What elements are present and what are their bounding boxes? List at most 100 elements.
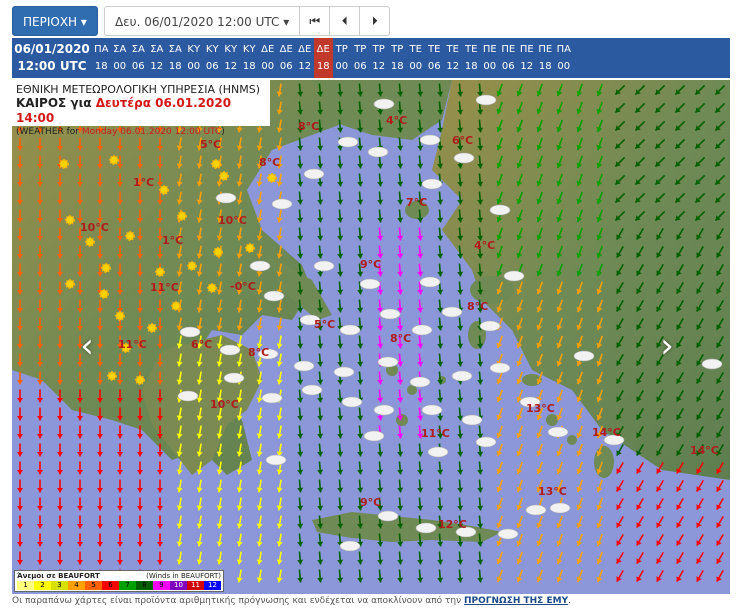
timeline-slot[interactable]: ΠΕ 00 — [481, 38, 500, 78]
timeline-slot[interactable]: ΤΡ 06 — [351, 38, 370, 78]
wind-arrowhead-icon — [297, 217, 304, 223]
temperature-label: 5°C — [314, 318, 336, 331]
region-dropdown-button[interactable]: ΠΕΡΙΟΧΗ ▾ — [12, 6, 98, 36]
timeline-slot[interactable]: ΣΑ 12 — [148, 38, 167, 78]
timeline-slot[interactable]: ΚΥ 18 — [240, 38, 259, 78]
cloud-icon — [293, 360, 315, 372]
wind-arrowhead-icon — [357, 145, 364, 151]
timeline-slot[interactable]: ΤΕ 06 — [425, 38, 444, 78]
timeline-slot[interactable]: ΠΕ 18 — [536, 38, 555, 78]
wind-arrowhead-icon — [317, 343, 324, 349]
wind-arrowhead-icon — [37, 433, 43, 439]
wind-arrowhead-icon — [357, 487, 364, 493]
subtitle-date: Monday 06.01.2020 12:00 UTC — [81, 127, 222, 137]
sun-icon — [187, 261, 197, 271]
wind-arrowhead-icon — [437, 217, 444, 223]
timeline-slot[interactable]: ΣΑ 00 — [111, 38, 130, 78]
timeline-slot[interactable]: ΤΕ 12 — [444, 38, 463, 78]
timeline-slot[interactable]: ΠΕ 12 — [518, 38, 537, 78]
timeline-slot[interactable]: ΤΕ 18 — [462, 38, 481, 78]
cloud-icon — [421, 178, 443, 190]
timeline-slot[interactable]: ΚΥ 00 — [185, 38, 204, 78]
toolbar: ΠΕΡΙΟΧΗ ▾ Δευ. 06/01/2020 12:00 UTC ▾ ⏮ … — [12, 6, 391, 36]
wind-arrowhead-icon — [377, 451, 384, 457]
first-step-button[interactable]: ⏮ — [300, 6, 331, 36]
wind-arrowhead-icon — [37, 397, 43, 403]
slot-day: ΣΑ — [113, 44, 127, 55]
wind-arrowhead-icon — [317, 253, 324, 259]
wind-arrowhead-icon — [317, 145, 324, 151]
cloud-icon — [441, 306, 463, 318]
cloud-icon — [503, 270, 525, 282]
wind-arrowhead-icon — [357, 271, 364, 277]
forecast-link[interactable]: ΠΡΟΓΝΩΣΗ ΤΗΣ ΕΜΥ — [464, 596, 568, 606]
slot-hour: 12 — [298, 61, 312, 72]
wind-arrowhead-icon — [357, 379, 364, 385]
timeline-slot[interactable]: ΣΑ 06 — [129, 38, 148, 78]
legend-level: 4 — [68, 581, 85, 590]
next-step-button[interactable]: ⏵ — [360, 6, 391, 36]
wind-arrowhead-icon — [457, 361, 464, 367]
forecast-subtitle: (WEATHER for Monday 06.01.2020 12:00 UTC… — [16, 126, 266, 138]
wind-arrowhead-icon — [357, 577, 364, 583]
slot-hour: 06 — [205, 61, 219, 72]
sun-icon — [99, 289, 109, 299]
wind-arrowhead-icon — [397, 487, 404, 493]
wind-arrowhead-icon — [337, 307, 344, 313]
prev-map-arrow-icon[interactable]: ‹ — [74, 326, 100, 366]
caret-down-icon: ▾ — [80, 15, 87, 29]
timeline-slot[interactable]: ΤΡ 12 — [370, 38, 389, 78]
previous-step-button[interactable]: ⏴ — [330, 6, 361, 36]
legend-title-en: (Winds in BEAUFORT) — [146, 572, 221, 580]
wind-arrowhead-icon — [37, 487, 43, 493]
timeline-slot[interactable]: ΚΥ 06 — [203, 38, 222, 78]
wind-arrowhead-icon — [377, 559, 384, 565]
rhodes — [594, 446, 614, 478]
cloud-icon — [411, 324, 433, 336]
wind-arrowhead-icon — [417, 343, 424, 349]
date-dropdown-button[interactable]: Δευ. 06/01/2020 12:00 UTC ▾ — [103, 6, 301, 36]
next-map-arrow-icon[interactable]: › — [654, 326, 680, 366]
timeline-slot[interactable]: ΔΕ 12 — [296, 38, 315, 78]
slot-hour: 00 — [335, 61, 349, 72]
wind-arrowhead-icon — [77, 541, 83, 547]
timeline-slot[interactable]: ΠΑ 18 — [92, 38, 111, 78]
timeline-slot[interactable]: ΤΡ 00 — [333, 38, 352, 78]
sun-icon — [109, 155, 119, 165]
wind-arrowhead-icon — [457, 487, 464, 493]
wind-arrowhead-icon — [437, 253, 444, 259]
timeline-slot[interactable]: ΤΕ 00 — [407, 38, 426, 78]
wind-arrowhead-icon — [477, 397, 484, 403]
slot-day: ΤΕ — [465, 44, 478, 55]
cloud-icon — [337, 136, 359, 148]
timeline-slot[interactable]: ΠΑ 00 — [555, 38, 574, 78]
cloud-icon — [573, 350, 595, 362]
wind-arrowhead-icon — [437, 397, 444, 403]
wind-arrowhead-icon — [37, 523, 43, 529]
temperature-label: 8°C — [298, 120, 320, 133]
sun-icon — [211, 159, 221, 169]
cloud-icon — [215, 192, 237, 204]
wind-arrowhead-icon — [157, 505, 163, 511]
temperature-label: 8°C — [248, 346, 270, 359]
wind-arrowhead-icon — [417, 361, 424, 367]
timeline-slot[interactable]: ΣΑ 18 — [166, 38, 185, 78]
timeline-slot[interactable]: ΔΕ 18 — [314, 38, 333, 78]
temperature-label: 11°C — [150, 281, 179, 294]
timeline-slot[interactable]: ΚΥ 12 — [222, 38, 241, 78]
timeline-slot[interactable]: ΠΕ 06 — [499, 38, 518, 78]
wind-arrowhead-icon — [437, 271, 444, 277]
slot-hour: 00 — [187, 61, 201, 72]
wind-arrowhead-icon — [337, 217, 344, 223]
timeline-slot[interactable]: ΔΕ 06 — [277, 38, 296, 78]
slot-day: ΚΥ — [187, 44, 201, 55]
wind-arrowhead-icon — [297, 199, 304, 205]
wind-arrowhead-icon — [297, 487, 304, 493]
wind-arrowhead-icon — [417, 307, 424, 313]
sun-icon — [107, 371, 117, 381]
temperature-label: 14°C — [690, 444, 719, 457]
timeline-slot[interactable]: ΤΡ 18 — [388, 38, 407, 78]
wind-arrowhead-icon — [417, 397, 424, 403]
slot-hour: 06 — [131, 61, 145, 72]
timeline-slot[interactable]: ΔΕ 00 — [259, 38, 278, 78]
